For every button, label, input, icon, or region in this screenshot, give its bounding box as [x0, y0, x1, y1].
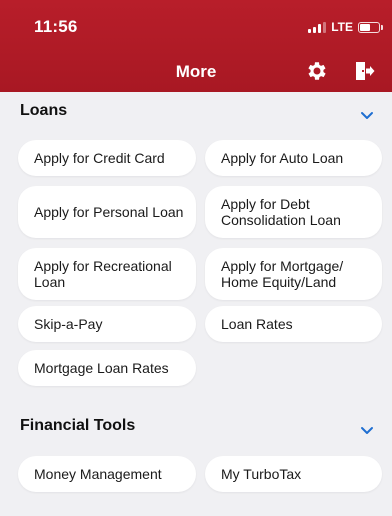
apply-recreational-loan-button[interactable]: Apply for Recreational Loan: [18, 248, 196, 300]
signal-icon: [308, 21, 327, 33]
status-time: 11:56: [34, 17, 78, 36]
section-title-loans: Loans: [20, 102, 68, 119]
gear-icon: [308, 62, 326, 80]
apply-auto-loan-button[interactable]: Apply for Auto Loan: [205, 140, 382, 176]
chevron-down-icon: [361, 427, 373, 434]
money-management-button[interactable]: Money Management: [18, 456, 196, 492]
apply-credit-card-button[interactable]: Apply for Credit Card: [18, 140, 196, 176]
apply-personal-loan-button[interactable]: Apply for Personal Loan: [18, 186, 196, 238]
apply-debt-consolidation-loan-button[interactable]: Apply for Debt Consolidation Loan: [205, 186, 382, 238]
chevron-down-icon: [361, 112, 373, 119]
apply-mortgage-home-equity-button[interactable]: Apply for Mortgage/ Home Equity/Land: [205, 248, 382, 300]
logout-icon: [356, 62, 375, 80]
skip-a-pay-button[interactable]: Skip-a-Pay: [18, 306, 196, 342]
section-title-financial-tools: Financial Tools: [20, 417, 136, 434]
financial-tools-collapse-toggle[interactable]: [360, 423, 374, 434]
app-header: 11:56 LTE More: [0, 0, 392, 92]
page-title: More: [175, 62, 217, 81]
status-indicators: LTE: [308, 20, 383, 34]
logout-button[interactable]: [352, 59, 376, 83]
mortgage-loan-rates-button[interactable]: Mortgage Loan Rates: [18, 350, 196, 386]
network-type: LTE: [331, 20, 353, 34]
loans-collapse-toggle[interactable]: [360, 108, 374, 119]
loan-rates-button[interactable]: Loan Rates: [205, 306, 382, 342]
settings-button[interactable]: [305, 59, 329, 83]
battery-icon: [358, 21, 383, 33]
my-turbotax-button[interactable]: My TurboTax: [205, 456, 382, 492]
